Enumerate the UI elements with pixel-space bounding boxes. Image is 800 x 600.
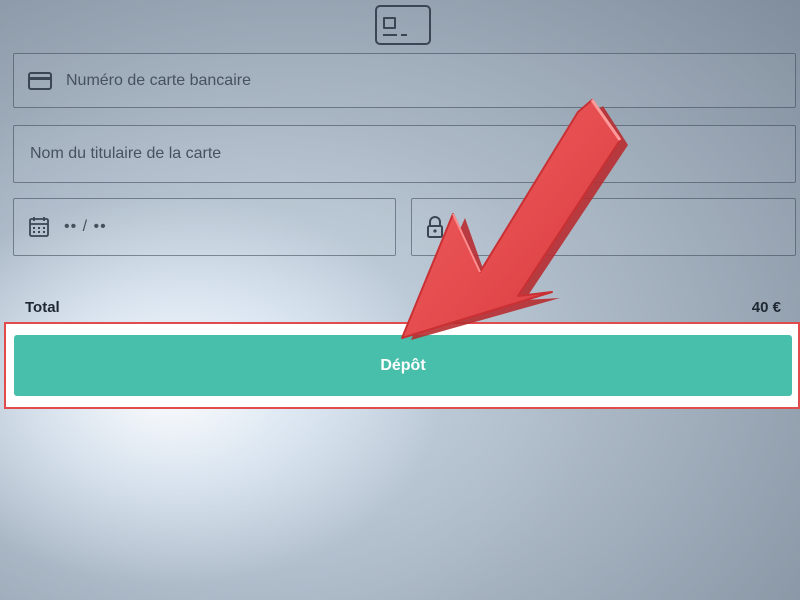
card-number-placeholder: Numéro de carte bancaire <box>66 71 251 89</box>
total-label: Total <box>25 299 60 316</box>
total-amount: 40 € <box>751 299 781 316</box>
card-header-icon <box>375 5 431 45</box>
credit-card-icon <box>28 71 52 90</box>
cvv-field[interactable] <box>411 198 796 256</box>
expiry-date-placeholder: •• / •• <box>64 218 107 235</box>
cardholder-name-placeholder: Nom du titulaire de la carte <box>30 145 222 162</box>
deposit-button[interactable]: Dépôt <box>14 335 792 396</box>
cardholder-name-field[interactable]: Nom du titulaire de la carte <box>13 125 796 183</box>
calendar-icon <box>28 216 50 238</box>
card-number-field[interactable]: Numéro de carte bancaire <box>13 53 796 108</box>
expiry-date-field[interactable]: •• / •• <box>13 198 396 256</box>
lock-icon <box>426 216 444 238</box>
